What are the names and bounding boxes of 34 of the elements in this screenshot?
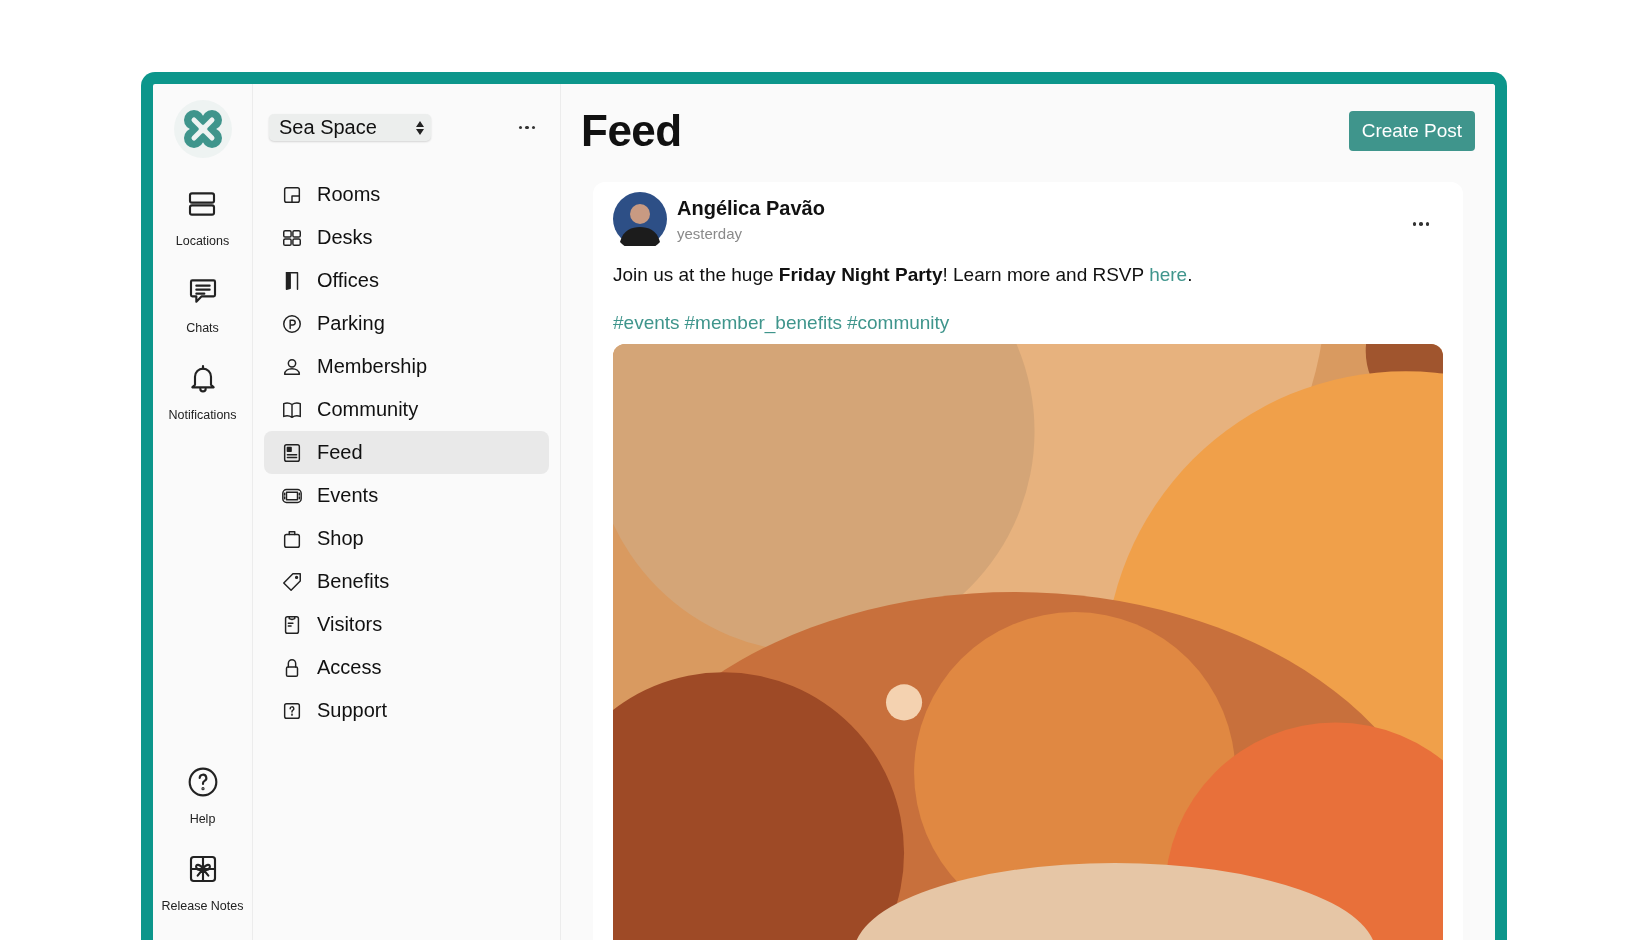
nav-item[interactable]: Community (264, 388, 549, 431)
rail-label[interactable]: Locations (175, 234, 230, 248)
rsvp-link[interactable]: here (1149, 264, 1188, 285)
rail-label[interactable]: Release Notes (161, 899, 244, 913)
nav-item[interactable]: Benefits (264, 560, 549, 603)
parking-icon (281, 312, 303, 335)
page-title: Feed (581, 106, 682, 156)
nav-item[interactable]: Rooms (264, 173, 549, 216)
workspace-dropdown[interactable]: Sea Space (269, 114, 431, 141)
hashtag-link[interactable]: #events (613, 311, 680, 334)
stepper-arrows-icon (415, 119, 425, 136)
nav-item[interactable]: Offices (264, 259, 549, 302)
help-icon (186, 766, 219, 798)
nav-item[interactable]: Shop (264, 517, 549, 560)
nav-item[interactable]: Events (264, 474, 549, 517)
post-time: yesterday (677, 224, 744, 242)
nav-item[interactable]: Desks (264, 216, 549, 259)
rail-label[interactable]: Chats (186, 321, 219, 335)
rail-label[interactable]: Help (189, 812, 216, 826)
nav-item[interactable]: Feed (264, 431, 549, 474)
news-icon (281, 441, 303, 464)
post-message: Join us at the huge Friday Night Party! Learn more and RSVP here. (613, 263, 1194, 287)
create-post-button[interactable]: Create Post (1348, 111, 1475, 151)
tag-icon (281, 570, 303, 593)
nav-item[interactable]: Access (264, 646, 549, 689)
nav-item[interactable]: Support (264, 689, 549, 732)
rail-label[interactable]: Notifications (168, 408, 237, 422)
hashtag-link[interactable]: #community (846, 311, 950, 334)
nav-item[interactable]: Membership (264, 345, 549, 388)
author-name[interactable]: Angélica Pavão (677, 196, 825, 220)
avatar (613, 192, 667, 246)
nav-item[interactable]: Visitors (264, 603, 549, 646)
hashtag-link[interactable]: #member_benefits (684, 311, 842, 334)
nav-item[interactable]: Parking (264, 302, 549, 345)
